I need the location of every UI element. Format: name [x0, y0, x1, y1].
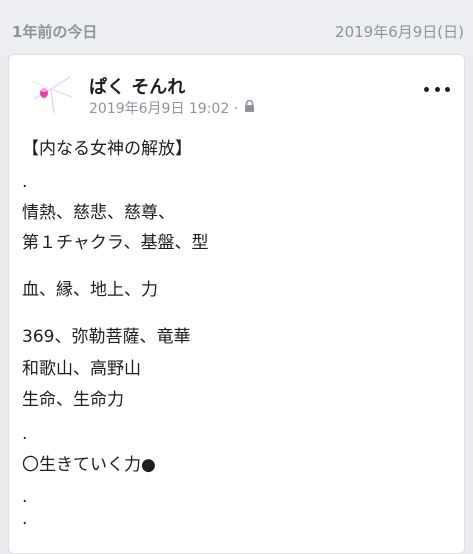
- post-line: .: [22, 424, 28, 444]
- lock-icon: [244, 99, 255, 116]
- post-card: ぱく そんれ 2019年6月9日 19:02 · 【内なる女神の解放】 . 情熱…: [8, 54, 465, 554]
- memory-header: 1年前の今日 2019年6月9日(日): [0, 0, 473, 56]
- author-name[interactable]: ぱく そんれ: [89, 73, 185, 99]
- post-timestamp[interactable]: 2019年6月9日 19:02 ·: [89, 98, 238, 118]
- memory-date: 2019年6月9日(日): [335, 23, 464, 41]
- post-line: 369、弥勒菩薩、竜華: [22, 327, 191, 347]
- more-options-icon[interactable]: [424, 79, 450, 99]
- post-line: 〇生きていく力●: [22, 455, 156, 475]
- post-line: 血、縁、地上、力: [22, 280, 158, 300]
- memory-title: 1年前の今日: [12, 23, 98, 41]
- avatar[interactable]: [26, 69, 76, 119]
- post-line: .: [22, 172, 28, 192]
- post-line: 和歌山、高野山: [22, 359, 141, 379]
- post-line: 第１チャクラ、基盤、型: [22, 233, 209, 253]
- post-line: 【内なる女神の解放】: [22, 139, 192, 159]
- post-line: .: [22, 487, 28, 507]
- post-meta: 2019年6月9日 19:02 ·: [89, 98, 255, 118]
- post-line: 生命、生命力: [22, 390, 124, 410]
- post-line: .: [22, 509, 28, 529]
- post-line: 情熱、慈悲、慈尊、: [22, 203, 175, 223]
